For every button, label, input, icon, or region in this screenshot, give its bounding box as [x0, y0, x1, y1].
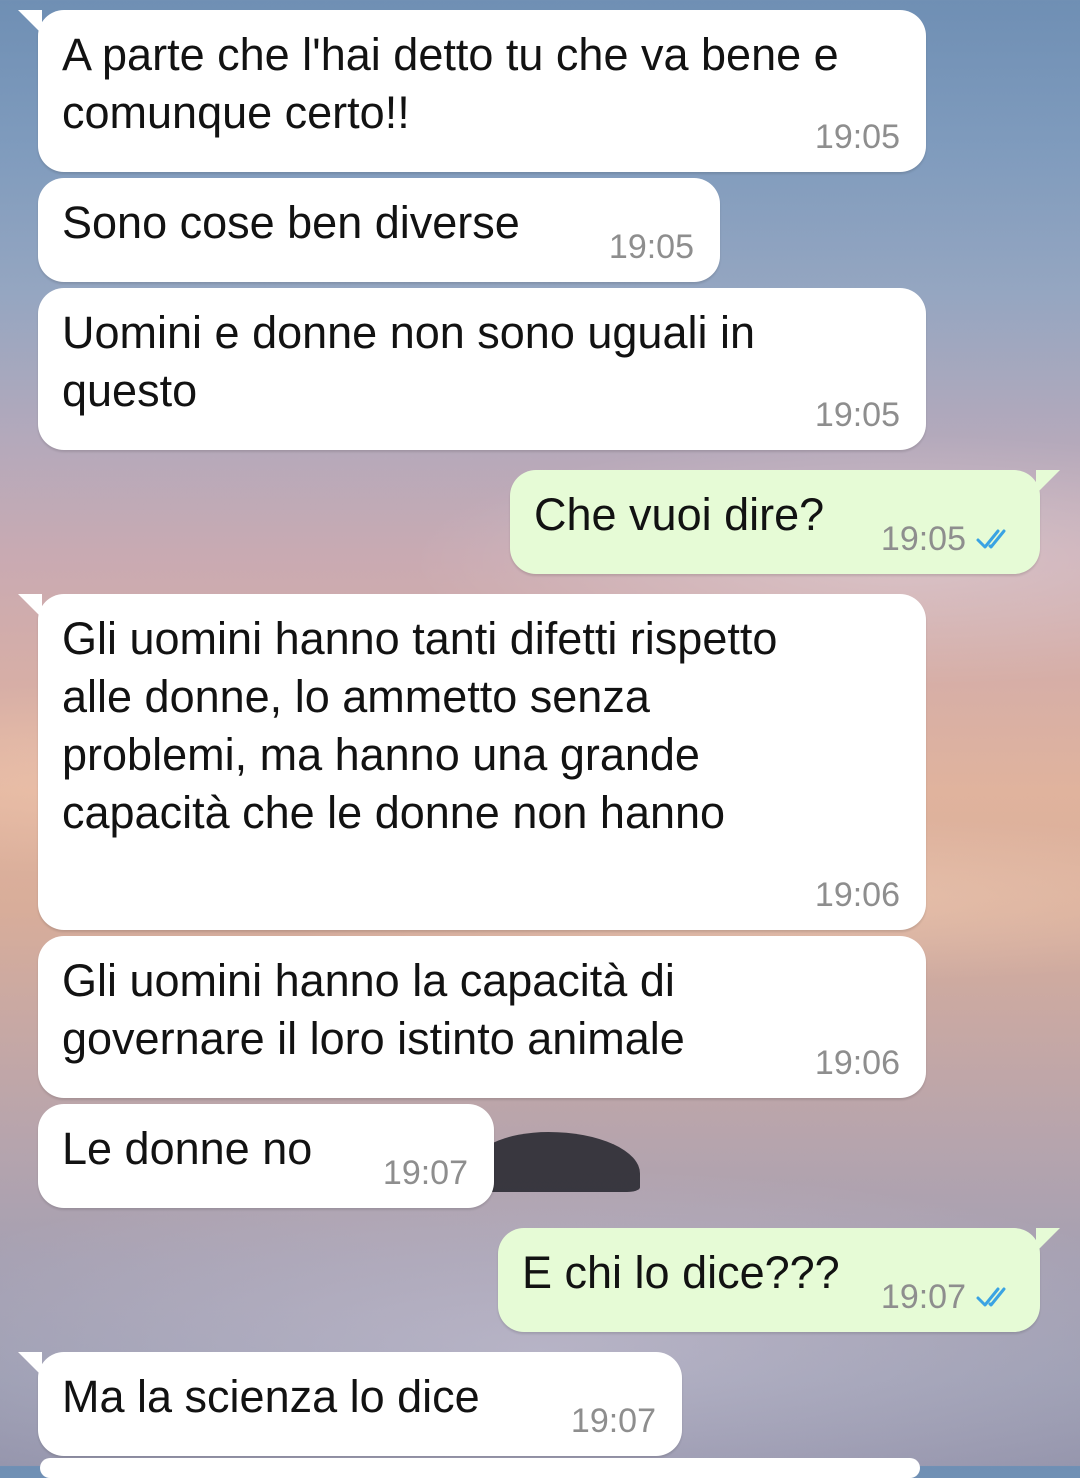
- incoming-message-bubble[interactable]: Uomini e donne non sono uguali in questo…: [38, 288, 926, 450]
- incoming-message-bubble[interactable]: Ma la scienza lo dice 19:07: [18, 1352, 682, 1456]
- message-text: Le donne no: [62, 1123, 313, 1174]
- message-text: Che vuoi dire?: [534, 489, 825, 540]
- message-text: E chi lo dice???: [522, 1247, 840, 1298]
- message-timestamp: 19:06: [815, 878, 900, 912]
- message-timestamp: 19:05: [881, 522, 1018, 556]
- message-timestamp: 19:07: [881, 1280, 1018, 1314]
- timestamp-text: 19:06: [814, 876, 900, 914]
- message-text: A parte che l'hai detto tu che va bene e…: [62, 29, 839, 138]
- incoming-message-bubble[interactable]: Gli uomini hanno la capacità di governar…: [38, 936, 926, 1098]
- timestamp-text: 19:05: [880, 520, 966, 558]
- message-timestamp: 19:06: [815, 1046, 900, 1080]
- message-timestamp: 19:07: [571, 1404, 656, 1438]
- incoming-message-bubble[interactable]: A parte che l'hai detto tu che va bene e…: [18, 10, 926, 172]
- incoming-message-bubble[interactable]: Sono cose ben diverse 19:05: [38, 178, 720, 282]
- incoming-message-bubble[interactable]: Le donne no 19:07: [38, 1104, 494, 1208]
- message-text: Uomini e donne non sono uguali in questo: [62, 307, 755, 416]
- timestamp-text: 19:06: [814, 1044, 900, 1082]
- message-timestamp: 19:07: [383, 1156, 468, 1190]
- timestamp-text: 19:05: [608, 228, 694, 266]
- message-timestamp: 19:05: [609, 230, 694, 264]
- outgoing-message-bubble[interactable]: E chi lo dice??? 19:07: [498, 1228, 1060, 1332]
- message-text: Gli uomini hanno tanti difetti rispetto …: [62, 613, 778, 838]
- message-text: Ma la scienza lo dice: [62, 1371, 480, 1422]
- message-timestamp: 19:05: [815, 120, 900, 154]
- timestamp-text: 19:07: [382, 1154, 468, 1192]
- incoming-message-bubble[interactable]: Gli uomini hanno tanti difetti rispetto …: [18, 594, 926, 930]
- double-check-read-icon: [974, 527, 1018, 551]
- timestamp-text: 19:05: [814, 396, 900, 434]
- double-check-read-icon: [974, 1285, 1018, 1309]
- message-text: Gli uomini hanno la capacità di governar…: [62, 955, 685, 1064]
- timestamp-text: 19:05: [814, 118, 900, 156]
- timestamp-text: 19:07: [880, 1278, 966, 1316]
- message-timestamp: 19:05: [815, 398, 900, 432]
- timestamp-text: 19:07: [570, 1402, 656, 1440]
- outgoing-message-bubble[interactable]: Che vuoi dire? 19:05: [510, 470, 1060, 574]
- message-text: Sono cose ben diverse: [62, 197, 520, 248]
- next-message-bubble-edge: [40, 1458, 920, 1478]
